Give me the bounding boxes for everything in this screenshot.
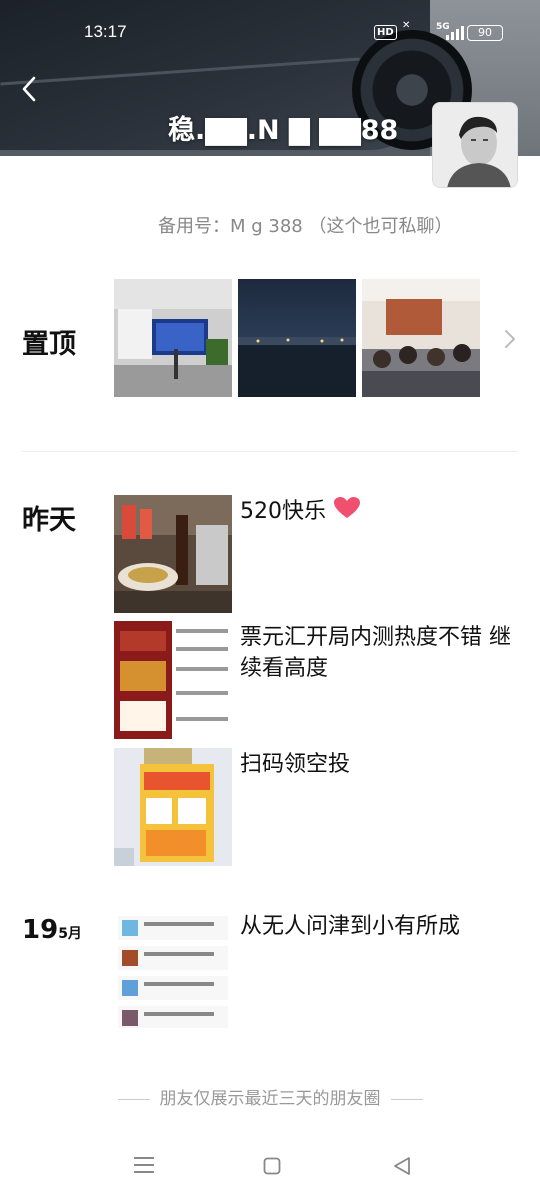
post-text-4[interactable]: 从无人问津到小有所成 — [240, 911, 520, 942]
pinned-label: 置顶 — [22, 329, 76, 360]
battery-icon: 90 — [467, 25, 503, 41]
post-text-3[interactable]: 扫码领空投 — [240, 749, 520, 780]
footer-note: 朋友仅展示最近三天的朋友圈 — [0, 1084, 540, 1109]
home-icon[interactable] — [263, 1157, 281, 1175]
footer-line-right — [390, 1098, 423, 1100]
date-month: 5月 — [58, 926, 82, 942]
pinned-more-button[interactable] — [502, 328, 518, 350]
post-photo-3[interactable] — [114, 748, 232, 866]
chevron-left-icon — [22, 76, 36, 102]
signal-icon — [446, 26, 464, 40]
post-text-2[interactable]: 票元汇开局内测热度不错 继续看高度 — [240, 622, 520, 684]
yesterday-label: 昨天 — [22, 505, 76, 536]
status-bar: 13:17 HD ✕ 5G 90 — [0, 20, 540, 48]
pinned-photo-3[interactable] — [362, 279, 480, 397]
post-photo-1[interactable] — [114, 495, 232, 613]
status-time: 13:17 — [84, 22, 127, 41]
alt-account-text: 备用号：M g 388 （这个也可私聊） — [158, 216, 453, 237]
post-photo-2[interactable] — [114, 621, 232, 739]
profile-name: 稳.▇▇.N ▇ ▇▇88 — [168, 115, 399, 146]
post-photo-4[interactable] — [114, 910, 232, 1028]
nav-back-icon[interactable] — [392, 1156, 412, 1176]
pinned-photo-1[interactable] — [114, 279, 232, 397]
post-text-1[interactable]: 520快乐 — [240, 496, 520, 527]
divider — [22, 451, 518, 452]
heart-icon — [334, 497, 360, 518]
hd-icon: HD — [374, 25, 397, 40]
system-nav-bar — [0, 1130, 540, 1200]
no-signal-icon: ✕ — [402, 20, 411, 31]
menu-icon[interactable] — [134, 1156, 154, 1174]
chevron-right-icon — [505, 330, 515, 348]
date-label: 195月 — [22, 915, 82, 945]
footer-line-left — [117, 1098, 150, 1100]
avatar[interactable] — [432, 102, 518, 188]
pinned-photo-2[interactable] — [238, 279, 356, 397]
back-button[interactable] — [18, 74, 42, 104]
date-day: 19 — [22, 915, 59, 945]
